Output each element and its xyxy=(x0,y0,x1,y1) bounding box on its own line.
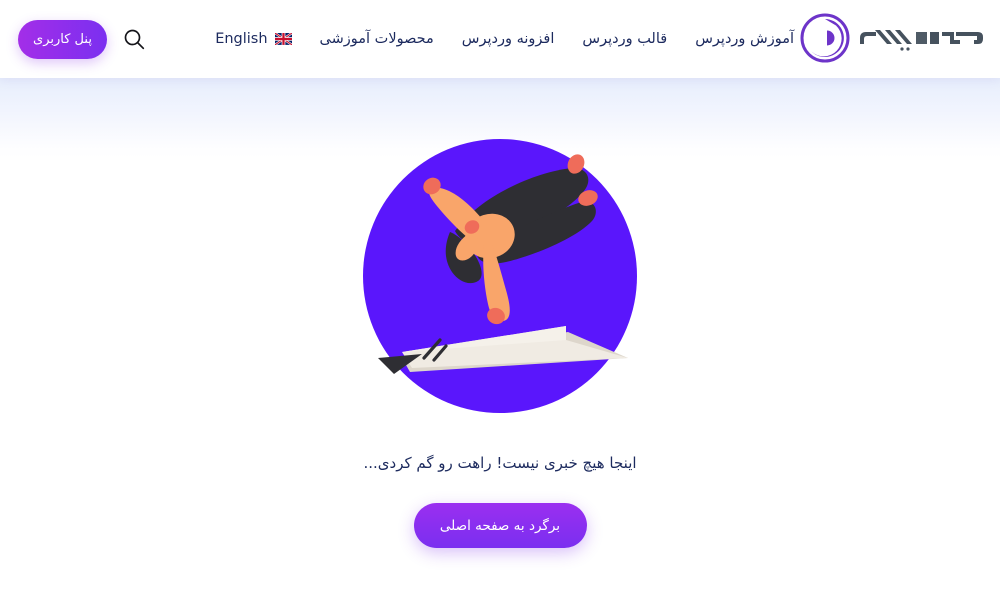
language-label: English xyxy=(215,31,268,47)
main-navigation: آموزش وردپرس قالب وردپرس افزونه وردپرس م… xyxy=(201,0,808,78)
falling-person-paper-plane-illustration xyxy=(360,136,640,416)
search-icon[interactable] xyxy=(118,23,150,55)
site-logo[interactable] xyxy=(800,8,986,68)
error-message: اینجا هیچ خبری نیست! راهت رو گم کردی... xyxy=(363,454,637,472)
user-panel-button[interactable]: پنل کاربری xyxy=(18,20,107,59)
uk-flag-icon xyxy=(273,32,293,46)
nav-item-1[interactable]: قالب وردپرس xyxy=(568,0,681,78)
nav-item-0[interactable]: آموزش وردپرس xyxy=(681,0,808,78)
site-header: آموزش وردپرس قالب وردپرس افزونه وردپرس م… xyxy=(0,0,1000,78)
nav-item-2[interactable]: افزونه وردپرس xyxy=(448,0,569,78)
main-content: اینجا هیچ خبری نیست! راهت رو گم کردی... … xyxy=(0,78,1000,600)
nav-item-3[interactable]: محصولات آموزشی xyxy=(306,0,448,78)
logo-wordmark xyxy=(856,18,986,58)
back-to-home-button[interactable]: برگرد به صفحه اصلی xyxy=(413,503,587,548)
nav-item-language[interactable]: English xyxy=(201,31,305,47)
